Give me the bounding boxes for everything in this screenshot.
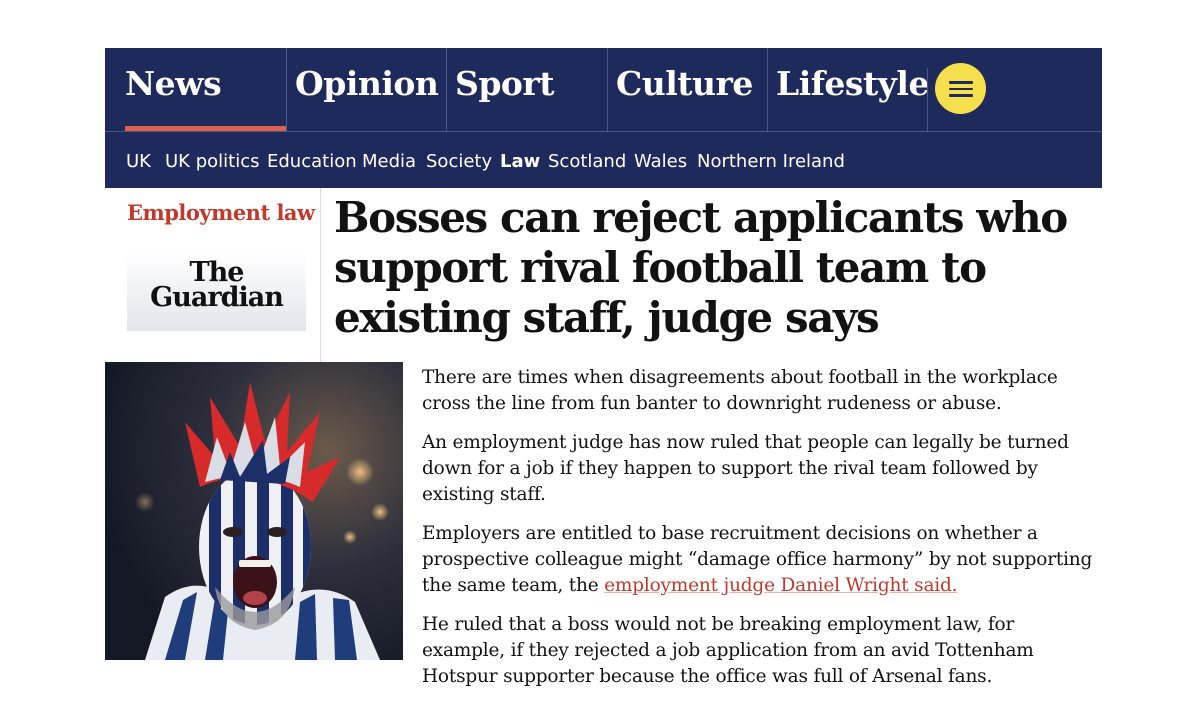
paragraph-1: There are times when disagreements about… [422, 367, 1058, 414]
judge-link[interactable]: employment judge Daniel Wright said. [604, 575, 957, 596]
football-fan-illustration [105, 362, 403, 660]
article-headline: Bosses can reject applicants who support… [334, 193, 1068, 342]
subnav-media[interactable]: Media [362, 151, 416, 172]
section-kicker[interactable]: Employment law [127, 200, 315, 225]
pillar-lifestyle-label: Lifestyle [776, 64, 929, 103]
hero-image [105, 362, 403, 660]
paragraph-2: An employment judge has now ruled that p… [422, 432, 1069, 505]
article-page: News Opinion Sport Culture Lifestyle UK … [105, 48, 1102, 687]
subnav-law[interactable]: Law [500, 151, 540, 172]
subnav-wales[interactable]: Wales [634, 151, 687, 172]
subnav-society[interactable]: Society [426, 151, 492, 172]
subnav-education[interactable]: Education [267, 151, 357, 172]
pillar-navigation: News Opinion Sport Culture Lifestyle [105, 48, 1102, 131]
sub-navigation: UK UK politics Education Media Society L… [105, 132, 1102, 188]
guardian-logo[interactable]: The Guardian [127, 252, 306, 331]
paragraph-4: He ruled that a boss would not be breaki… [422, 614, 1034, 687]
pillar-sport-label: Sport [455, 64, 555, 103]
subnav-scotland[interactable]: Scotland [548, 151, 626, 172]
subnav-northern-ireland[interactable]: Northern Ireland [697, 151, 845, 172]
pillar-culture[interactable]: Culture [607, 48, 768, 131]
pillar-sport[interactable]: Sport [446, 48, 607, 131]
guardian-logo-text: The Guardian [150, 257, 284, 313]
subnav-uk[interactable]: UK [126, 151, 151, 172]
pillar-opinion[interactable]: Opinion [286, 48, 447, 131]
paragraph-3: Employers are entitled to base recruitme… [422, 521, 1098, 599]
pillar-news[interactable]: News [105, 48, 286, 131]
menu-button[interactable] [935, 63, 986, 114]
pillar-news-label: News [125, 64, 222, 103]
pillar-opinion-label: Opinion [295, 64, 439, 103]
article-body: There are times when disagreements about… [422, 365, 1098, 703]
menu-divider [927, 68, 928, 131]
pillar-lifestyle[interactable]: Lifestyle [767, 48, 929, 131]
pillar-culture-label: Culture [616, 64, 753, 103]
subnav-uk-politics[interactable]: UK politics [165, 151, 259, 172]
column-divider [320, 188, 321, 362]
